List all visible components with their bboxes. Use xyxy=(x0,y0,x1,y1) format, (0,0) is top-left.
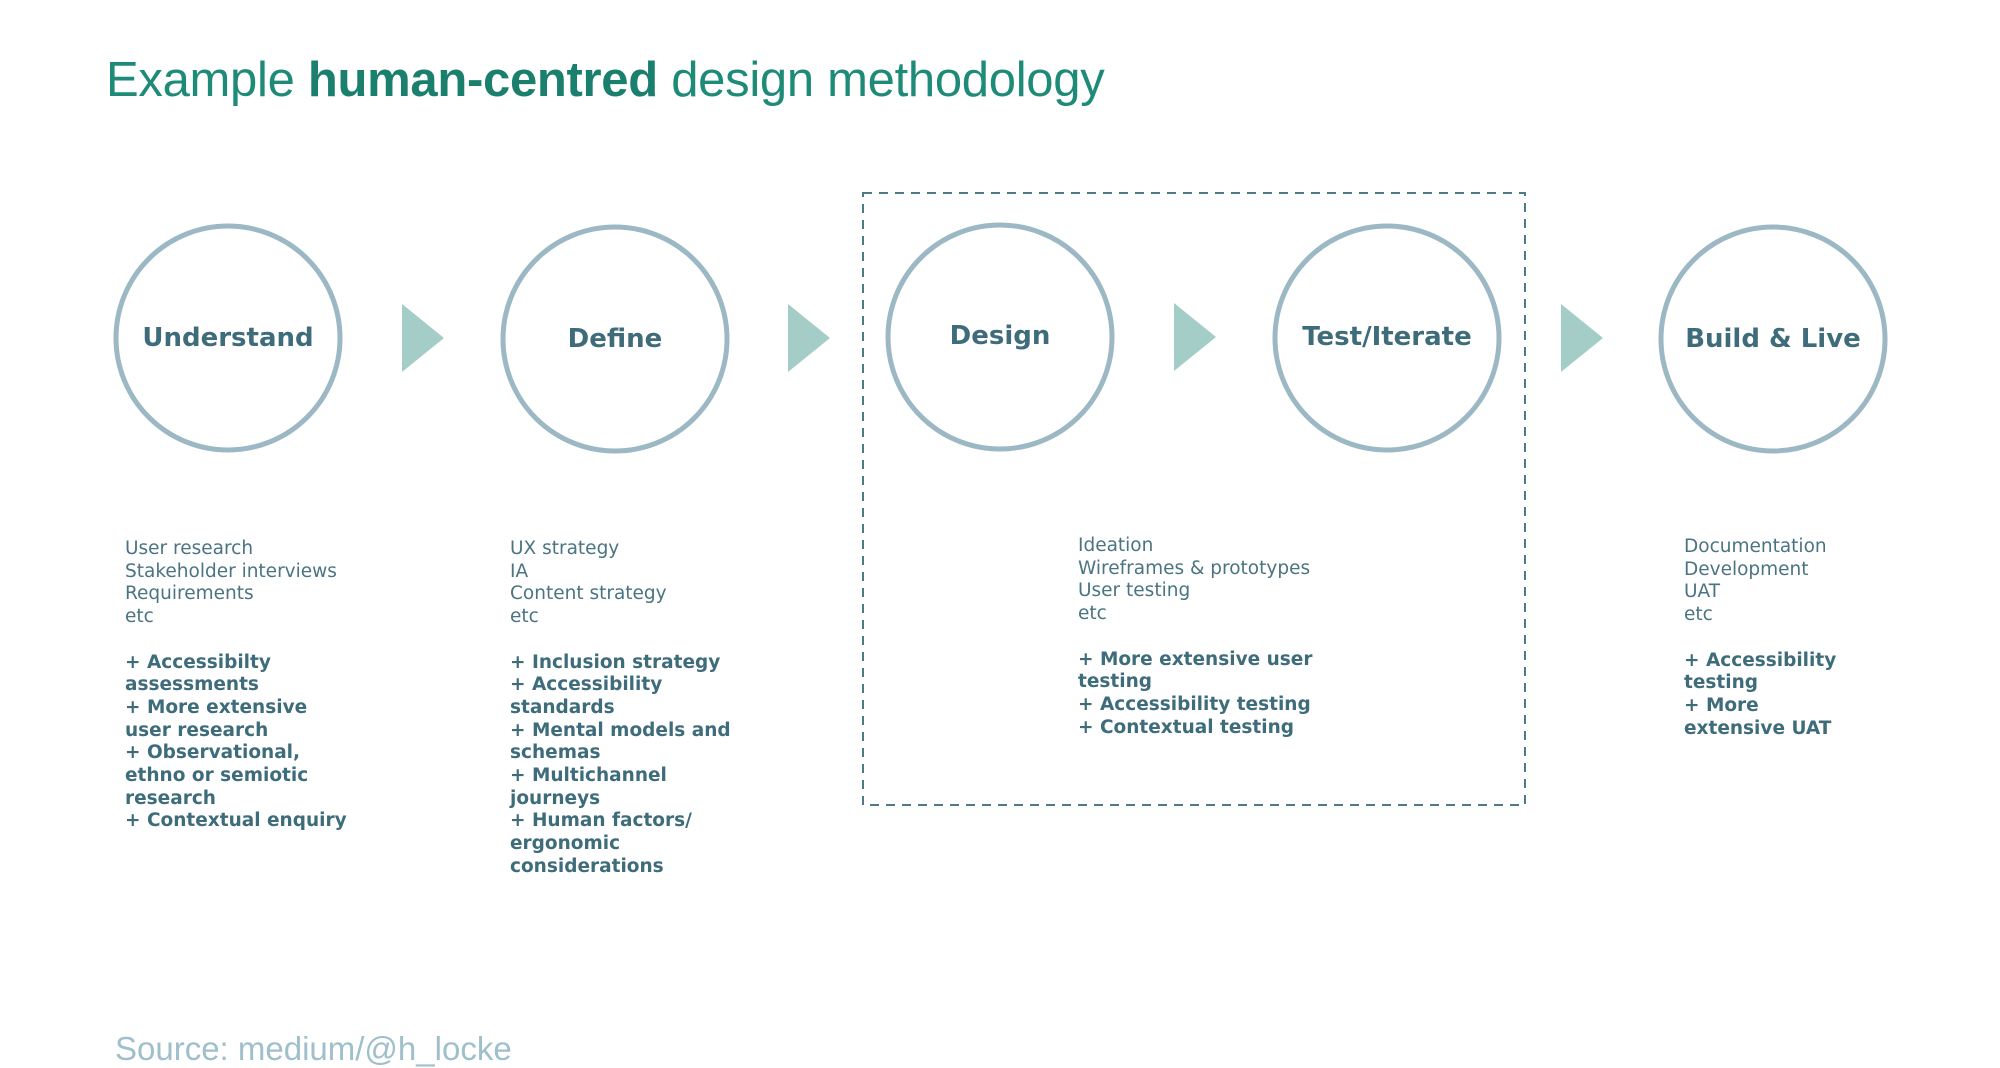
stage-notes-build-live: Documentation Development UAT etc + Accessib… xyxy=(1684,536,1836,740)
addition-item: + Accessibilty xyxy=(125,651,271,673)
addition-item: + Contextual enquiry xyxy=(125,810,347,832)
addition-item: schemas xyxy=(510,742,601,764)
addition-item: + More extensive user xyxy=(1078,648,1313,670)
stage-label-test-iterate: Test/Iterate xyxy=(1302,322,1472,352)
addition-item: + Observational, xyxy=(125,742,301,764)
activity-item: Ideation xyxy=(1078,535,1154,556)
activity-item: User testing xyxy=(1078,580,1191,602)
process-diagram xyxy=(113,192,1888,806)
arrow-right-icon xyxy=(1174,303,1216,371)
addition-item: + Accessibility xyxy=(1684,649,1837,671)
addition-item: extensive UAT xyxy=(1684,717,1832,739)
stage-label-design: Design xyxy=(949,321,1051,351)
addition-item: + Human factors/ xyxy=(510,810,692,832)
addition-item: + Accessibility testing xyxy=(1078,693,1311,715)
addition-item: testing xyxy=(1684,672,1758,694)
stage-notes-design: Ideation Wireframes & prototypes User test… xyxy=(1078,535,1312,739)
addition-item: + More xyxy=(1684,694,1759,716)
addition-item: testing xyxy=(1078,671,1152,693)
activity-item: etc xyxy=(1684,604,1713,626)
activity-item: etc xyxy=(125,606,154,628)
activity-item: Requirements xyxy=(125,583,254,605)
stage-label-define: Define xyxy=(567,324,663,354)
activity-item: etc xyxy=(510,606,539,628)
arrow-right-icon xyxy=(402,304,444,372)
arrow-right-icon xyxy=(788,304,830,372)
stage-notes-define: UX strategy IA Content strategy etc + Inclus… xyxy=(510,538,731,879)
stage-label-understand: Understand xyxy=(142,323,314,353)
addition-item: + More extensive xyxy=(125,696,308,718)
addition-item: assessments xyxy=(125,674,259,696)
addition-item: journeys xyxy=(510,787,601,809)
activity-item: User research xyxy=(125,538,254,559)
activity-item: Documentation xyxy=(1684,536,1827,557)
addition-item: ethno or semiotic xyxy=(125,765,309,787)
addition-item: + Accessibility xyxy=(510,674,663,696)
activity-item: Stakeholder interviews xyxy=(125,560,337,582)
activity-item: IA xyxy=(510,560,529,582)
activity-item: UAT xyxy=(1684,581,1721,603)
addition-item: + Contextual testing xyxy=(1078,716,1295,738)
stage-notes-understand: User research Stakeholder interviews Requi… xyxy=(125,538,347,833)
addition-item: ergonomic xyxy=(510,833,621,855)
source-credit: Source: medium/@h_locke xyxy=(115,1030,512,1067)
addition-item: + Inclusion strategy xyxy=(510,651,721,673)
activity-item: Wireframes & prototypes xyxy=(1078,557,1311,579)
addition-item: + Mental models and xyxy=(510,719,731,741)
addition-item: + Multichannel xyxy=(510,765,667,787)
addition-item: research xyxy=(125,787,216,809)
activity-item: Development xyxy=(1684,558,1809,580)
stage-label-build-live: Build & Live xyxy=(1685,324,1861,354)
activity-item: Content strategy xyxy=(510,583,667,605)
addition-item: user research xyxy=(125,719,269,741)
activity-item: UX strategy xyxy=(510,538,620,559)
addition-item: standards xyxy=(510,696,615,718)
addition-item: considerations xyxy=(510,855,664,877)
arrow-right-icon xyxy=(1561,304,1603,372)
activity-item: etc xyxy=(1078,603,1107,625)
